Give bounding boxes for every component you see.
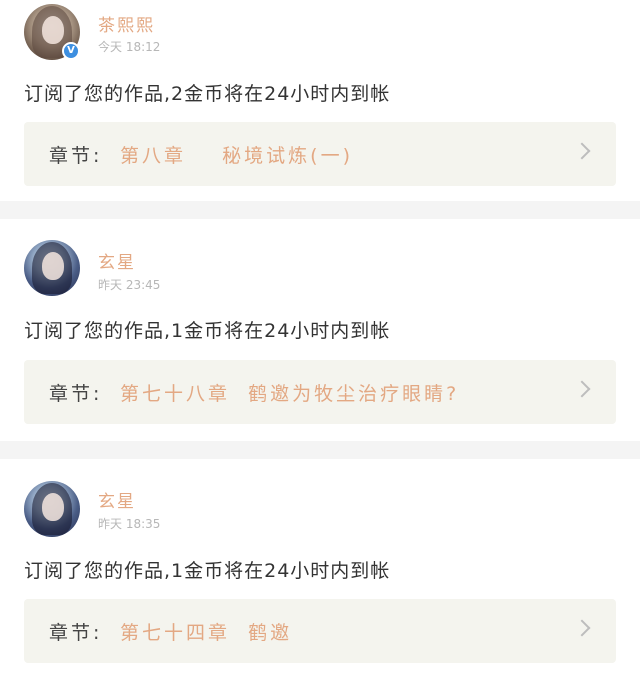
avatar-face [42, 16, 64, 44]
username[interactable]: 玄星 [98, 248, 136, 273]
subscription-notification-feed: V 茶熙熙 今天 18:12 订阅了您的作品,2金币将在24小时内到帐 章节: … [0, 0, 640, 689]
message-text: 订阅了您的作品,2金币将在24小时内到帐 [24, 83, 391, 105]
chapter-title: 第七十八章 鹤邀为牧尘治疗眼睛? [120, 383, 460, 405]
chapter-link[interactable]: 章节: 第七十八章 鹤邀为牧尘治疗眼睛? [24, 360, 616, 424]
chapter-link[interactable]: 章节: 第八章 秘境试炼(一) [24, 122, 616, 186]
notification-card: V 茶熙熙 今天 18:12 订阅了您的作品,2金币将在24小时内到帐 章节: … [0, 0, 640, 201]
chevron-right-icon [573, 142, 591, 160]
chapter-title: 第八章 秘境试炼(一) [120, 145, 353, 167]
avatar-face [42, 493, 64, 521]
message-text: 订阅了您的作品,1金币将在24小时内到帐 [24, 320, 391, 342]
chapter-label: 章节: [49, 622, 103, 644]
notification-card: 玄星 昨天 23:45 订阅了您的作品,1金币将在24小时内到帐 章节: 第七十… [0, 219, 640, 441]
avatar[interactable] [24, 481, 80, 537]
chapter-label: 章节: [49, 145, 103, 167]
notification-card: 玄星 昨天 18:35 订阅了您的作品,1金币将在24小时内到帐 章节: 第七十… [0, 459, 640, 689]
username[interactable]: 茶熙熙 [98, 11, 155, 36]
chapter-label: 章节: [49, 383, 103, 405]
card-separator [0, 201, 640, 219]
username[interactable]: 玄星 [98, 487, 136, 512]
chapter-link[interactable]: 章节: 第七十四章 鹤邀 [24, 599, 616, 663]
chevron-right-icon [573, 380, 591, 398]
timestamp: 今天 18:12 [98, 40, 161, 54]
card-separator [0, 441, 640, 459]
chevron-right-icon [573, 619, 591, 637]
avatar[interactable] [24, 240, 80, 296]
message-text: 订阅了您的作品,1金币将在24小时内到帐 [24, 560, 391, 582]
timestamp: 昨天 23:45 [98, 278, 161, 292]
chapter-title: 第七十四章 鹤邀 [120, 622, 293, 644]
timestamp: 昨天 18:35 [98, 517, 161, 531]
verified-icon: V [62, 42, 80, 60]
avatar-face [42, 252, 64, 280]
